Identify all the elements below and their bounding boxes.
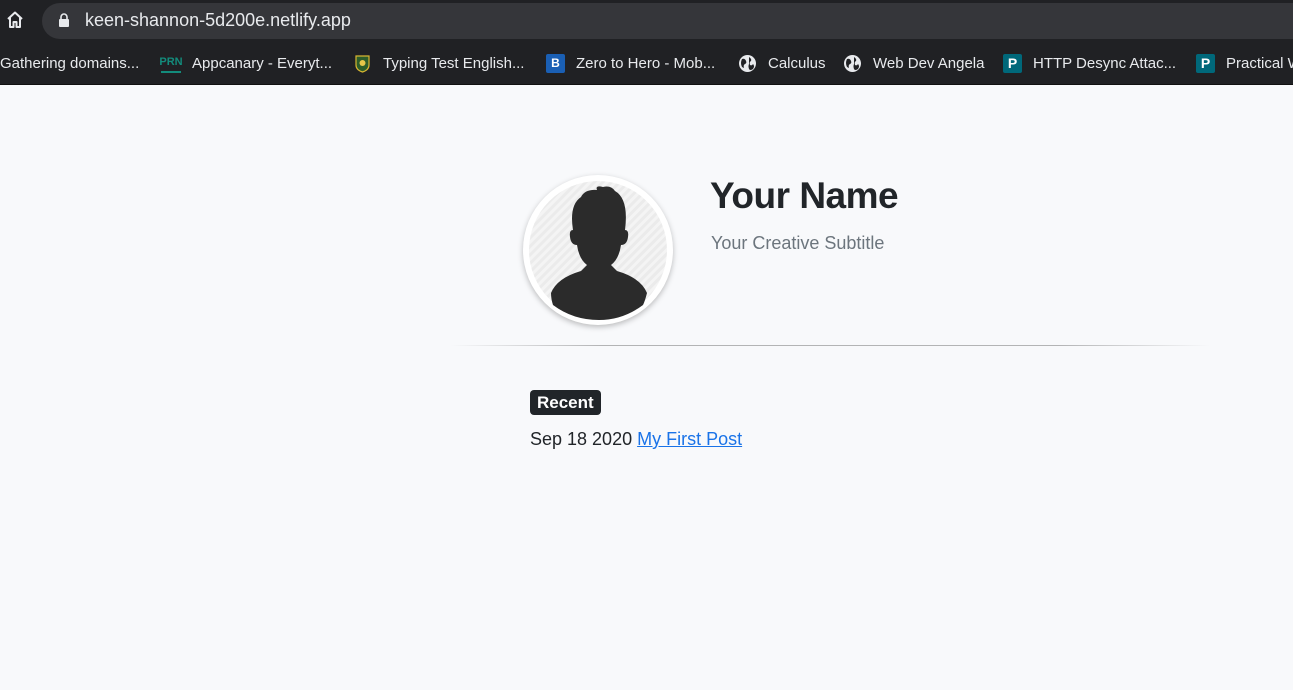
b-letter-icon: B (546, 53, 565, 73)
globe-icon (738, 54, 757, 73)
bookmark-label: Practical W (1226, 54, 1293, 72)
bookmark-label: Gathering domains... (0, 54, 140, 72)
bookmark-calculus[interactable]: Calculus (738, 50, 826, 76)
page-title: Your Name (710, 175, 899, 216)
bookmark-appcanary[interactable]: PRN Appcanary - Everyt... (159, 50, 333, 76)
p-letter-icon: P (1003, 53, 1022, 73)
person-silhouette-icon (529, 181, 667, 320)
chrome-divider (0, 84, 1293, 85)
recent-badge: Recent (530, 390, 601, 415)
bookmark-label: Calculus (768, 54, 826, 72)
post-date: Sep 18 2020 (530, 429, 633, 449)
post-link[interactable]: My First Post (637, 429, 742, 449)
bookmarks-bar: Gathering domains... PRN Appcanary - Eve… (0, 42, 1293, 84)
page-subtitle: Your Creative Subtitle (711, 233, 885, 253)
address-bar-row: keen-shannon-5d200e.netlify.app (0, 0, 1293, 42)
list-item: Sep 18 2020 My First Post (530, 429, 742, 450)
lock-icon[interactable] (58, 13, 70, 27)
avatar (523, 175, 673, 325)
header-divider (450, 345, 1210, 346)
bookmark-label: Typing Test English... (383, 54, 525, 72)
bookmark-web-dev-angela[interactable]: Web Dev Angela (843, 50, 984, 76)
p-letter-icon: P (1196, 53, 1215, 73)
home-icon[interactable] (4, 9, 26, 31)
url-text[interactable]: keen-shannon-5d200e.netlify.app (85, 10, 351, 31)
bookmark-label: HTTP Desync Attac... (1033, 54, 1177, 72)
bookmark-practical[interactable]: P Practical W (1196, 50, 1293, 76)
bookmark-label: Zero to Hero - Mob... (576, 54, 716, 72)
bookmark-label: Appcanary - Everyt... (192, 54, 333, 72)
bookmark-typing-test[interactable]: Typing Test English... (353, 50, 524, 76)
bookmark-label: Web Dev Angela (873, 54, 985, 72)
browser-chrome: keen-shannon-5d200e.netlify.app Gatherin… (0, 0, 1293, 85)
bookmark-http-desync[interactable]: P HTTP Desync Attac... (1003, 50, 1176, 76)
bookmark-zero-to-hero[interactable]: B Zero to Hero - Mob... (546, 50, 715, 76)
globe-icon (843, 54, 862, 73)
bookmark-gathering-domains[interactable]: Gathering domains... (0, 50, 139, 76)
prn-icon: PRN (159, 54, 183, 73)
typing-test-icon (353, 54, 372, 73)
